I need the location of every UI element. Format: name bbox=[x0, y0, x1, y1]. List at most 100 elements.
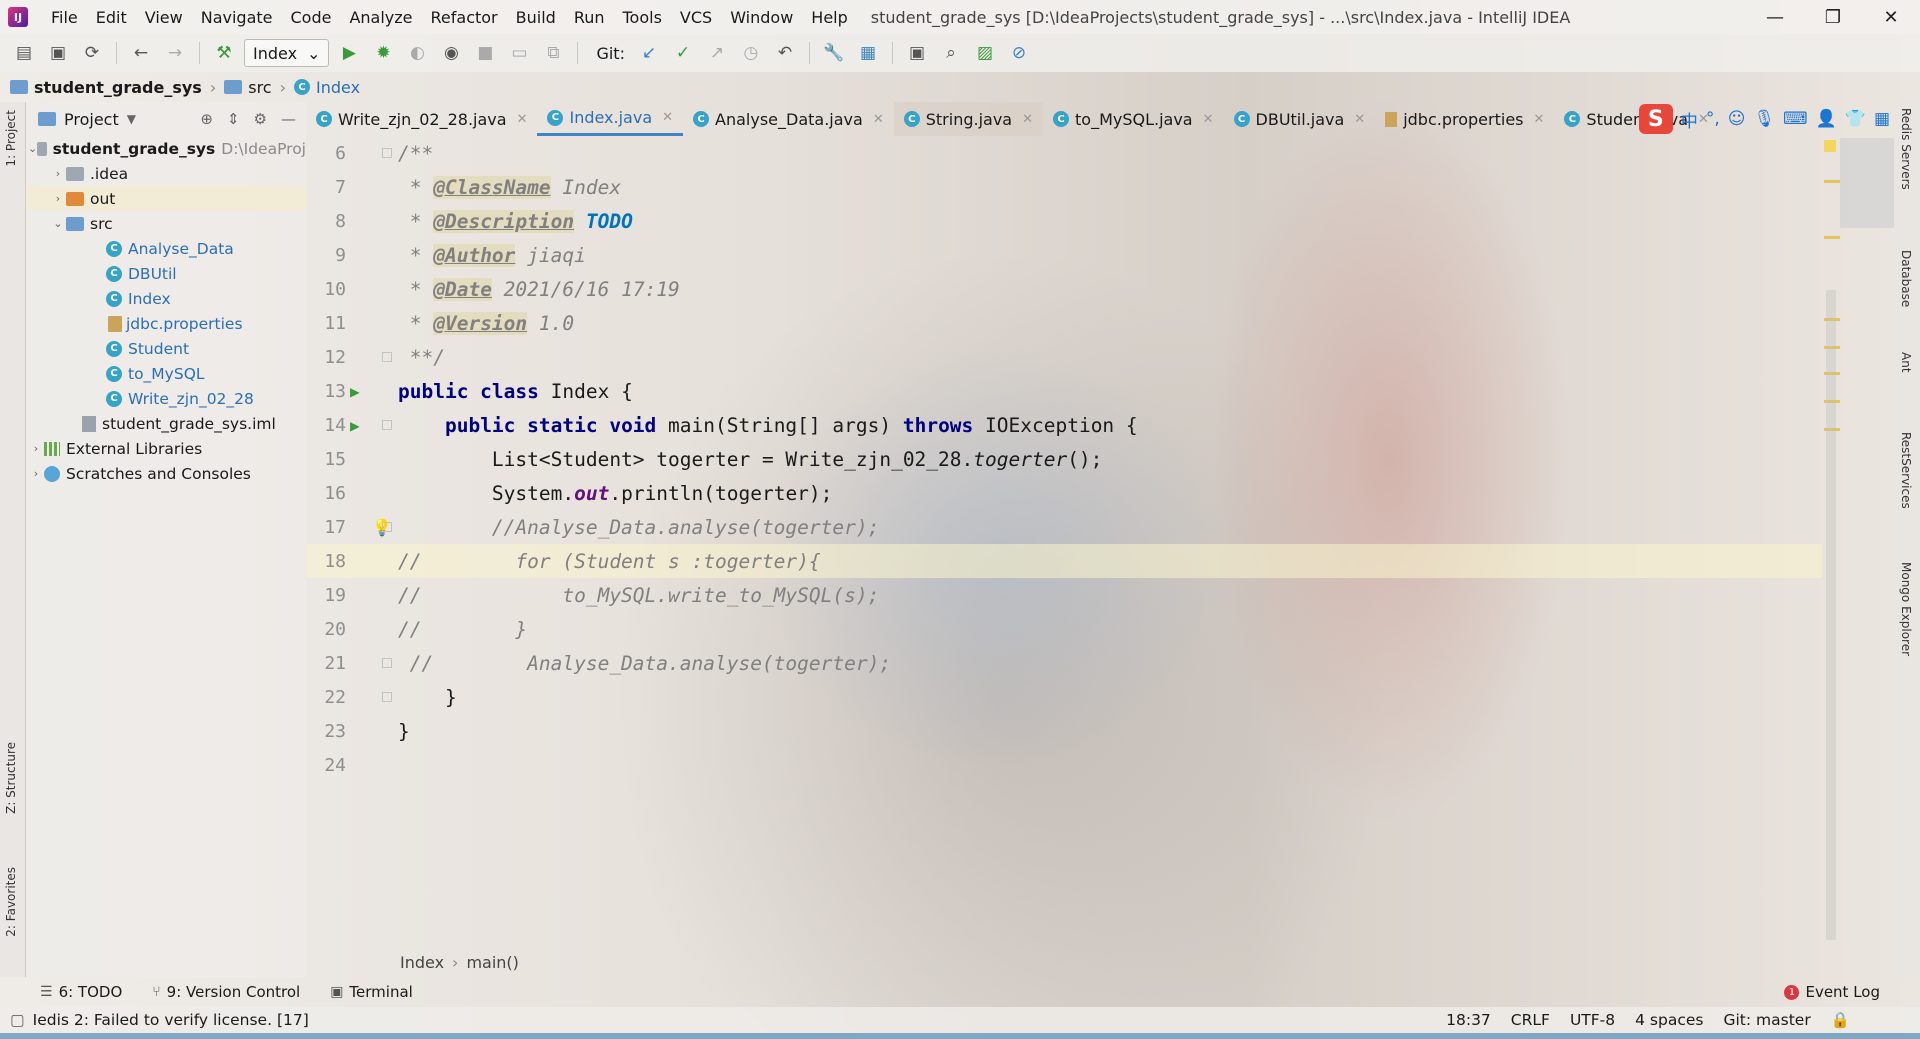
tab-dbutil[interactable]: C DBUtil.java ✕ bbox=[1224, 102, 1376, 136]
code-editor[interactable]: 6 /** 7 * @ClassName Index 8 * @Descript… bbox=[306, 136, 1822, 947]
tab-index[interactable]: C Index.java ✕ bbox=[537, 102, 684, 136]
menu-navigate[interactable]: Navigate bbox=[192, 8, 282, 27]
tree-node-student[interactable]: C Student bbox=[26, 336, 306, 361]
locate-target-icon[interactable]: ⊕ bbox=[200, 110, 213, 128]
tab-analyse-data[interactable]: C Analyse_Data.java ✕ bbox=[683, 102, 894, 136]
microphone-icon[interactable]: 🎙 bbox=[1753, 109, 1775, 129]
menu-code[interactable]: Code bbox=[282, 8, 341, 27]
file-encoding[interactable]: UTF-8 bbox=[1570, 1011, 1615, 1029]
tool-window-project[interactable]: 1: Project bbox=[4, 110, 18, 167]
menu-edit[interactable]: Edit bbox=[87, 8, 136, 27]
profile-icon[interactable]: ◉ bbox=[437, 39, 465, 67]
expand-arrow-icon[interactable]: ⌄ bbox=[28, 142, 37, 155]
git-push-icon[interactable]: ↗ bbox=[703, 39, 731, 67]
toolbox-grid-icon[interactable]: ▦ bbox=[1874, 109, 1890, 129]
emoji-icon[interactable]: ☺ bbox=[1728, 109, 1746, 129]
minimize-button[interactable]: — bbox=[1746, 0, 1804, 34]
back-arrow-icon[interactable]: ← bbox=[127, 39, 155, 67]
menu-vcs[interactable]: VCS bbox=[671, 8, 721, 27]
git-history-icon[interactable]: ◷ bbox=[737, 39, 765, 67]
attach-icon[interactable]: ▭ bbox=[505, 39, 533, 67]
tree-node-iml[interactable]: student_grade_sys.iml bbox=[26, 411, 306, 436]
collapsed-arrow-icon[interactable]: › bbox=[28, 467, 44, 480]
tree-node-to-mysql[interactable]: C to_MySQL bbox=[26, 361, 306, 386]
search-icon[interactable]: ⌕ bbox=[937, 39, 965, 67]
vertical-scrollbar[interactable] bbox=[1826, 290, 1836, 940]
run-configuration-select[interactable]: Index ⌄ bbox=[244, 39, 330, 67]
crumb-method[interactable]: main() bbox=[466, 953, 518, 972]
tree-node-out[interactable]: › out bbox=[26, 186, 306, 211]
tool-window-structure[interactable]: Z: Structure bbox=[4, 742, 18, 814]
menu-window[interactable]: Window bbox=[721, 8, 802, 27]
keyboard-icon[interactable]: ⌨ bbox=[1783, 109, 1808, 129]
status-message[interactable]: Iedis 2: Failed to verify license. [17] bbox=[33, 1011, 309, 1029]
warning-marker[interactable] bbox=[1824, 236, 1840, 239]
tool-window-ant[interactable]: Ant bbox=[1899, 352, 1913, 373]
chevron-down-icon[interactable]: ▼ bbox=[127, 112, 136, 126]
tab-to-mysql[interactable]: C to_MySQL.java ✕ bbox=[1043, 102, 1224, 136]
error-stripe[interactable] bbox=[1822, 136, 1894, 947]
status-toggle-icon[interactable]: ▢ bbox=[10, 1011, 25, 1029]
event-log-tool-button[interactable]: 1 Event Log bbox=[1784, 983, 1880, 1001]
tool-window-mongo[interactable]: Mongo Explorer bbox=[1899, 562, 1913, 656]
tool-window-redis[interactable]: Redis Servers bbox=[1899, 108, 1913, 190]
forward-arrow-icon[interactable]: → bbox=[161, 39, 189, 67]
git-rollback-icon[interactable]: ↶ bbox=[771, 39, 799, 67]
project-structure-icon[interactable]: ▦ bbox=[854, 39, 882, 67]
tool-window-favorites[interactable]: 2: Favorites bbox=[4, 867, 18, 937]
close-tab-icon[interactable]: ✕ bbox=[662, 110, 673, 125]
crumb-src[interactable]: src bbox=[224, 78, 272, 97]
expand-arrow-icon[interactable]: ⌄ bbox=[50, 217, 66, 230]
tree-node-external-libraries[interactable]: › External Libraries bbox=[26, 436, 306, 461]
tree-node-write-zjn[interactable]: C Write_zjn_02_28 bbox=[26, 386, 306, 411]
run-gutter-icon[interactable]: ▶ bbox=[350, 382, 360, 401]
close-window-button[interactable]: ✕ bbox=[1862, 0, 1920, 34]
tree-node-idea[interactable]: › .idea bbox=[26, 161, 306, 186]
caret-position[interactable]: 18:37 bbox=[1446, 1011, 1491, 1029]
warning-marker[interactable] bbox=[1824, 180, 1840, 183]
git-commit-icon[interactable]: ✓ bbox=[669, 39, 697, 67]
crumb-file[interactable]: C Index bbox=[294, 78, 360, 97]
inspection-status-icon[interactable] bbox=[1824, 140, 1836, 152]
close-tab-icon[interactable]: ✕ bbox=[1022, 112, 1033, 127]
user-icon[interactable]: 👤 bbox=[1816, 109, 1837, 129]
git-branch[interactable]: Git: master bbox=[1723, 1011, 1810, 1029]
skin-shirt-icon[interactable]: 👕 bbox=[1845, 109, 1866, 129]
punctuation-icon[interactable]: °, bbox=[1706, 109, 1720, 129]
fold-marker-icon[interactable] bbox=[382, 692, 392, 702]
tree-node-src[interactable]: ⌄ src bbox=[26, 211, 306, 236]
todo-tool-button[interactable]: ☰ 6: TODO bbox=[40, 983, 122, 1001]
close-tab-icon[interactable]: ✕ bbox=[873, 112, 884, 127]
run-gutter-icon[interactable]: ▶ bbox=[350, 416, 360, 435]
menu-refactor[interactable]: Refactor bbox=[422, 8, 507, 27]
fold-marker-icon[interactable] bbox=[382, 522, 392, 532]
collapsed-arrow-icon[interactable]: › bbox=[50, 192, 66, 205]
menu-tools[interactable]: Tools bbox=[614, 8, 671, 27]
crumb-project[interactable]: student_grade_sys bbox=[10, 78, 202, 97]
close-tab-icon[interactable]: ✕ bbox=[1354, 112, 1365, 127]
sync-icon[interactable]: ⟳ bbox=[78, 39, 106, 67]
tab-string[interactable]: C String.java ✕ bbox=[893, 102, 1043, 136]
lock-icon[interactable]: 🔒 bbox=[1831, 1011, 1850, 1029]
build-hammer-icon[interactable]: ⚒ bbox=[210, 39, 238, 67]
menu-help[interactable]: Help bbox=[802, 8, 856, 27]
close-tab-icon[interactable]: ✕ bbox=[1534, 112, 1545, 127]
settings-wrench-icon[interactable]: 🔧 bbox=[820, 39, 848, 67]
ime-language-toggle[interactable]: 中 bbox=[1681, 107, 1698, 132]
activity-monitor-icon[interactable]: ▨ bbox=[971, 39, 999, 67]
tool-window-restservices[interactable]: RestServices bbox=[1899, 432, 1913, 509]
menu-file[interactable]: File bbox=[42, 8, 87, 27]
tool-window-database[interactable]: Database bbox=[1899, 250, 1913, 307]
tree-node-scratches[interactable]: › Scratches and Consoles bbox=[26, 461, 306, 486]
tab-jdbc-properties[interactable]: jdbc.properties ✕ bbox=[1375, 102, 1554, 136]
fold-marker-icon[interactable] bbox=[382, 352, 392, 362]
line-separator[interactable]: CRLF bbox=[1511, 1011, 1550, 1029]
indent-setting[interactable]: 4 spaces bbox=[1635, 1011, 1703, 1029]
terminal-tool-button[interactable]: ▣ Terminal bbox=[330, 983, 413, 1001]
sogou-ime-icon[interactable]: S bbox=[1638, 104, 1673, 134]
crumb-class[interactable]: Index bbox=[400, 953, 444, 972]
tree-node-jdbc-properties[interactable]: jdbc.properties bbox=[26, 311, 306, 336]
frames-icon[interactable]: ⧉ bbox=[539, 39, 567, 67]
collapse-all-icon[interactable]: ⇕ bbox=[227, 110, 240, 128]
save-all-icon[interactable]: ▣ bbox=[44, 39, 72, 67]
